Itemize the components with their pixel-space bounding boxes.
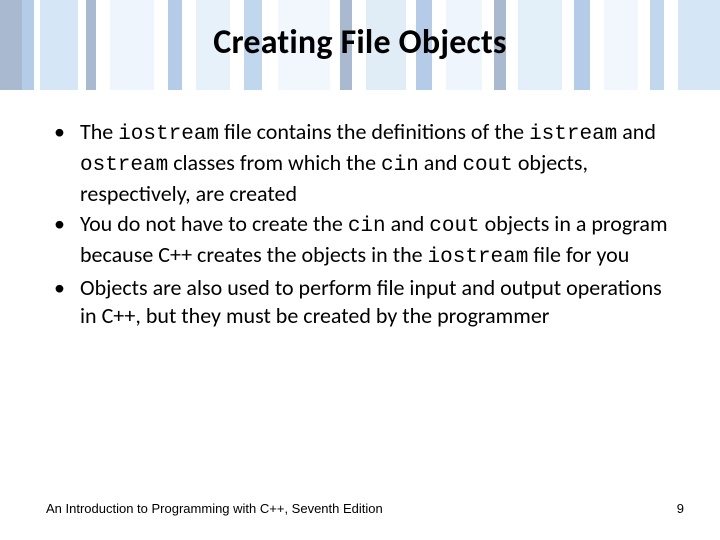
text-run: file for you bbox=[528, 241, 629, 268]
code-text: istream bbox=[529, 123, 617, 146]
code-text: cout bbox=[429, 215, 479, 238]
code-text: cin bbox=[381, 154, 419, 177]
text-run: You do not have to create the bbox=[80, 210, 348, 237]
text-run: classes from which the bbox=[168, 149, 381, 176]
slide-title: Creating File Objects bbox=[0, 22, 720, 63]
bullet-item: The iostream file contains the definitio… bbox=[46, 118, 680, 208]
text-run: and bbox=[419, 149, 463, 176]
bullet-item: You do not have to create the cin and co… bbox=[46, 210, 680, 272]
bullet-item: Objects are also used to perform file in… bbox=[46, 274, 680, 330]
text-run: The bbox=[80, 118, 118, 145]
text-run: file contains the definitions of the bbox=[219, 118, 529, 145]
code-text: ostream bbox=[80, 154, 168, 177]
bullet-list: The iostream file contains the definitio… bbox=[46, 118, 680, 330]
code-text: iostream bbox=[118, 123, 219, 146]
footer-left: An Introduction to Programming with C++,… bbox=[46, 501, 383, 516]
code-text: cin bbox=[348, 215, 386, 238]
code-text: cout bbox=[462, 154, 512, 177]
code-text: iostream bbox=[428, 246, 529, 269]
text-run: and bbox=[386, 210, 430, 237]
text-run: and bbox=[617, 118, 656, 145]
header-band: Creating File Objects bbox=[0, 0, 720, 90]
slide-number: 9 bbox=[677, 501, 684, 516]
text-run: Objects are also used to perform file in… bbox=[80, 274, 662, 329]
slide-content: The iostream file contains the definitio… bbox=[46, 118, 680, 332]
